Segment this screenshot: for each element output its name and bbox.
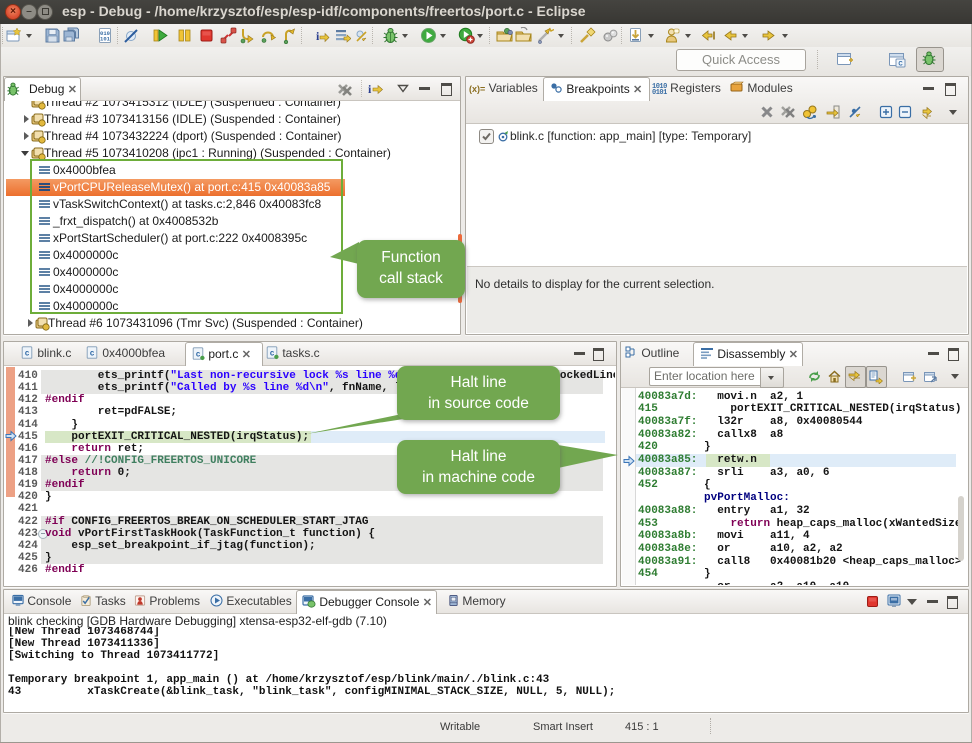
svg-text:i: i [368,82,372,96]
svg-text:101: 101 [100,36,111,43]
svg-text:i: i [316,29,320,43]
svg-text:C: C [898,62,903,68]
